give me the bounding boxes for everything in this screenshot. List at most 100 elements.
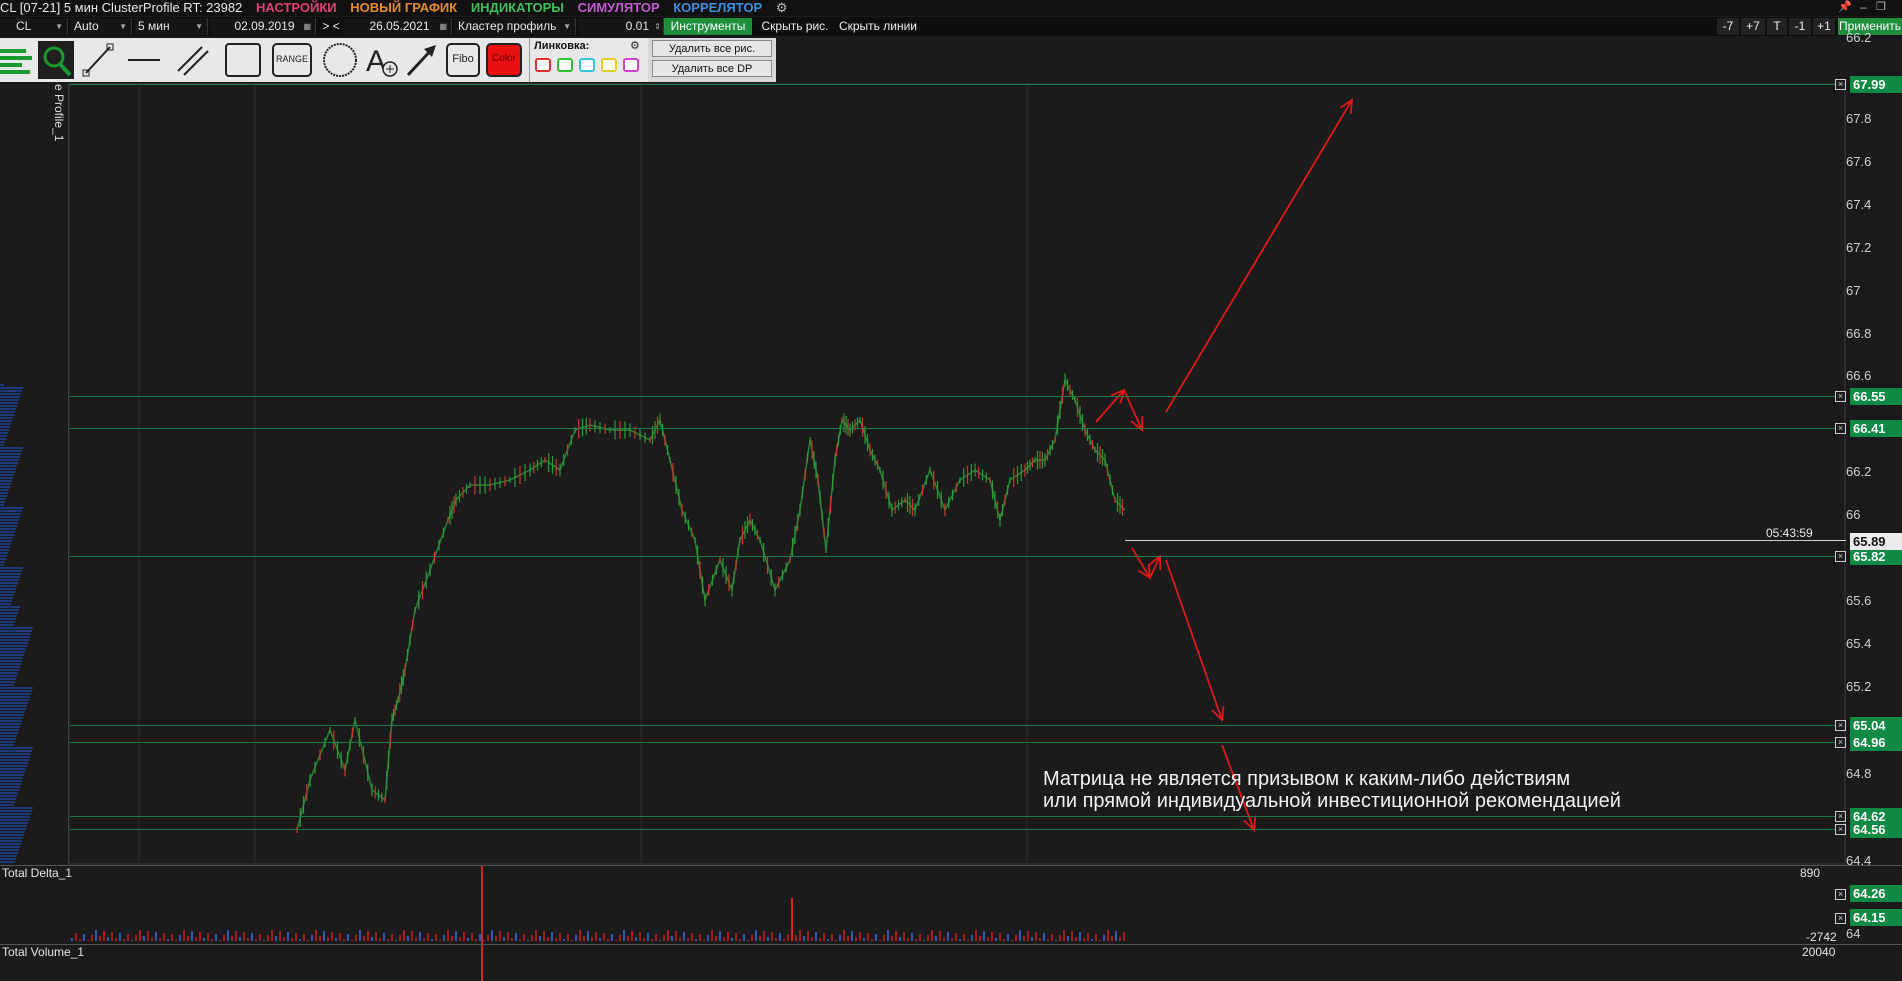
menu-simulator[interactable]: СИМУЛЯТОР xyxy=(578,0,660,15)
step-value: 0.01 xyxy=(625,19,649,33)
axis-tick: 67.8 xyxy=(1846,111,1872,126)
level-line[interactable] xyxy=(70,84,1836,85)
level-price-label: 65.04 xyxy=(1850,717,1902,734)
step-stepper[interactable]: 0.01 ⇕ xyxy=(578,18,664,35)
level-line[interactable] xyxy=(70,829,1836,830)
title-bar: CL [07-21] 5 мин ClusterProfile RT: 2398… xyxy=(0,0,1902,16)
timeframe-value: 5 мин xyxy=(138,19,170,33)
current-price-label: 65.89 xyxy=(1850,533,1902,550)
chart-type-value: Кластер профиль xyxy=(458,19,557,33)
disclaimer-text: Матрица не является призывом к каким-либ… xyxy=(1043,768,1621,812)
shift-plus7-button[interactable]: +7 xyxy=(1741,18,1765,35)
date-from-field[interactable]: 02.09.2019 ▦ xyxy=(210,18,316,35)
axis-tick: 67.6 xyxy=(1846,154,1872,169)
level-line[interactable] xyxy=(70,428,1836,429)
delta-axis-tick: 64 xyxy=(1846,926,1861,941)
gears-icon[interactable]: ⚙ xyxy=(776,0,788,15)
level-price-label: 66.55 xyxy=(1850,388,1902,405)
volume-panel-title: Total Volume_1 xyxy=(2,945,85,959)
restore-icon[interactable]: ❐ xyxy=(1876,0,1886,13)
axis-tick: 66.2 xyxy=(1846,464,1872,479)
symbol-select[interactable]: CL ▼ xyxy=(0,18,68,35)
remove-level-icon[interactable]: × xyxy=(1835,913,1846,924)
remove-level-icon[interactable]: × xyxy=(1835,811,1846,822)
chart-settings-bar: CL ▼ Auto ▼ 5 мин ▼ 02.09.2019 ▦ > < 26.05.2… xyxy=(0,17,1902,36)
hide-lines-button[interactable]: Скрыть линии xyxy=(836,18,920,35)
menu-correlator[interactable]: КОРРЕЛЯТОР xyxy=(673,0,762,15)
scale-value: Auto xyxy=(74,19,99,33)
axis-tick: 66 xyxy=(1846,507,1861,522)
arrow-breakout-up xyxy=(1095,389,1125,423)
stepper-arrows-icon[interactable]: ⇕ xyxy=(654,18,661,35)
chart-type-select[interactable]: Кластер профиль ▼ xyxy=(454,18,576,35)
remove-level-icon[interactable]: × xyxy=(1835,889,1846,900)
axis-tick: 65.2 xyxy=(1846,679,1872,694)
disclaimer-line-1: Матрица не является призывом к каким-либ… xyxy=(1043,768,1571,790)
axis-tick: 66.6 xyxy=(1846,368,1872,383)
date-from-value: 02.09.2019 xyxy=(234,19,295,33)
axis-tick: 66.8 xyxy=(1846,326,1872,341)
remove-level-icon[interactable]: × xyxy=(1835,391,1846,402)
remove-level-icon[interactable]: × xyxy=(1835,737,1846,748)
chart-frame xyxy=(68,83,1846,865)
menu-indicators[interactable]: ИНДИКАТОРЫ xyxy=(471,0,564,15)
shift-dates-button[interactable]: > < xyxy=(320,18,342,35)
level-line[interactable] xyxy=(70,816,1836,817)
calendar-icon[interactable]: ▦ xyxy=(303,18,311,35)
level-price-label: 64.56 xyxy=(1850,821,1902,838)
scale-select[interactable]: Auto ▼ xyxy=(70,18,132,35)
calendar-icon[interactable]: ▦ xyxy=(439,18,447,35)
level-line[interactable] xyxy=(70,556,1836,557)
hide-drawings-button[interactable]: Скрыть рис. xyxy=(756,18,834,35)
remove-level-icon[interactable]: × xyxy=(1835,720,1846,731)
axis-tick: 67.2 xyxy=(1846,240,1872,255)
window-title: CL [07-21] 5 мин ClusterProfile RT: 2398… xyxy=(0,0,243,15)
chevron-down-icon: ▼ xyxy=(195,22,203,31)
disclaimer-line-2: или прямой индивидуальной инвестиционной… xyxy=(1043,790,1621,812)
chevron-down-icon: ▼ xyxy=(119,22,127,31)
countdown-timer: 05:43:59 xyxy=(1766,526,1813,540)
arrow-break-down xyxy=(1131,547,1151,579)
axis-tick: 67.4 xyxy=(1846,197,1872,212)
level-price-label: 67.99 xyxy=(1850,76,1902,93)
volume-max-label: 20040 xyxy=(1802,945,1836,959)
axis-tick: 65.6 xyxy=(1846,593,1872,608)
remove-level-icon[interactable]: × xyxy=(1835,824,1846,835)
menu-new-chart[interactable]: НОВЫЙ ГРАФИК xyxy=(350,0,457,15)
arrow-down-1 xyxy=(1165,559,1223,721)
level-price-label: 65.82 xyxy=(1850,548,1902,565)
shift-plus1-button[interactable]: +1 xyxy=(1813,18,1835,35)
arrow-break-down-head xyxy=(1137,563,1152,580)
remove-level-icon[interactable]: × xyxy=(1835,423,1846,434)
current-price-line xyxy=(1125,540,1846,541)
delta-level-label: 64.26 xyxy=(1850,885,1902,902)
arrow-up-target-head xyxy=(1339,98,1354,115)
remove-level-icon[interactable]: × xyxy=(1835,79,1846,90)
pin-icon[interactable]: 📌 xyxy=(1838,0,1852,13)
minimize-icon[interactable]: – xyxy=(1860,0,1867,14)
today-button[interactable]: T xyxy=(1767,18,1787,35)
delta-panel-divider xyxy=(0,865,1902,866)
delta-panel-title: Total Delta_1 xyxy=(2,866,73,880)
level-line[interactable] xyxy=(70,396,1836,397)
remove-level-icon[interactable]: × xyxy=(1835,551,1846,562)
arrow-up-target xyxy=(1165,99,1353,413)
axis-tick: 66.2 xyxy=(1846,30,1872,45)
level-price-label: 66.41 xyxy=(1850,420,1902,437)
delta-max-label: 890 xyxy=(1800,866,1821,880)
shift-minus1-button[interactable]: -1 xyxy=(1789,18,1811,35)
level-line[interactable] xyxy=(70,725,1836,726)
shift-minus7-button[interactable]: -7 xyxy=(1717,18,1739,35)
price-chart[interactable] xyxy=(0,36,1902,981)
volume-panel-divider xyxy=(0,944,1902,945)
timeframe-select[interactable]: 5 мин ▼ xyxy=(134,18,208,35)
date-to-field[interactable]: 26.05.2021 ▦ xyxy=(344,18,452,35)
symbol-value: CL xyxy=(16,19,32,33)
price-path xyxy=(296,377,1126,831)
axis-tick: 64.8 xyxy=(1846,766,1872,781)
axis-tick: 65.4 xyxy=(1846,636,1872,651)
instruments-button[interactable]: Инструменты xyxy=(664,18,752,35)
axis-tick: 67 xyxy=(1846,283,1861,298)
menu-settings[interactable]: НАСТРОЙКИ xyxy=(256,0,337,15)
level-line[interactable] xyxy=(70,742,1836,743)
